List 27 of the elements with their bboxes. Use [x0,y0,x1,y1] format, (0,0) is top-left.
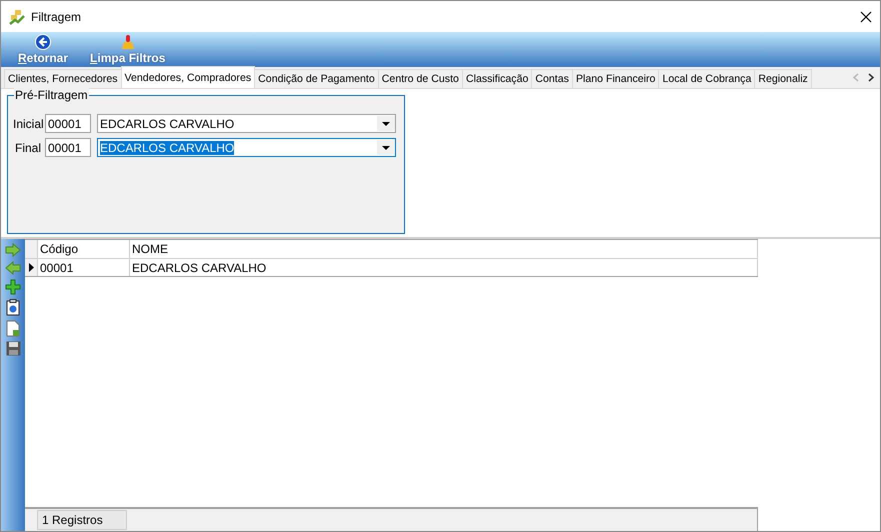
app-icon [9,8,25,24]
table-cell: 00001 [38,259,130,276]
code-field[interactable]: 00001 [45,138,91,157]
table-cell: EDCARLOS CARVALHO [130,259,758,276]
column-header[interactable]: Código [38,240,130,258]
name-dropdown[interactable]: EDCARLOS CARVALHO [97,114,396,133]
field-label: Inicial [13,116,41,130]
document-icon[interactable] [6,320,20,337]
code-field[interactable]: 00001 [45,114,91,133]
name-dropdown[interactable]: EDCARLOS CARVALHO [97,138,396,157]
table-row[interactable]: 00001 EDCARLOS CARVALHO [25,258,758,277]
column-header[interactable]: NOME [130,240,758,258]
clipboard-icon[interactable] [5,299,21,316]
window-title: Filtragem [31,10,82,24]
tab[interactable]: Clientes, Fornecedores [4,69,122,88]
group-title: Pré-Filtragem [14,88,89,102]
tab[interactable]: Vendedores, Compradores [120,66,256,88]
scroll-right-icon[interactable] [868,73,876,82]
save-icon[interactable] [6,341,20,356]
row-header-cell[interactable] [25,259,38,276]
tab[interactable]: Regionaliz [754,69,812,88]
dropdown-caret-icon [377,140,395,155]
record-count: 1 Registros [37,510,127,530]
field-label: Final [14,140,41,154]
dropdown-caret-icon [377,116,395,131]
broom-icon [120,34,136,50]
close-icon[interactable] [860,10,872,22]
